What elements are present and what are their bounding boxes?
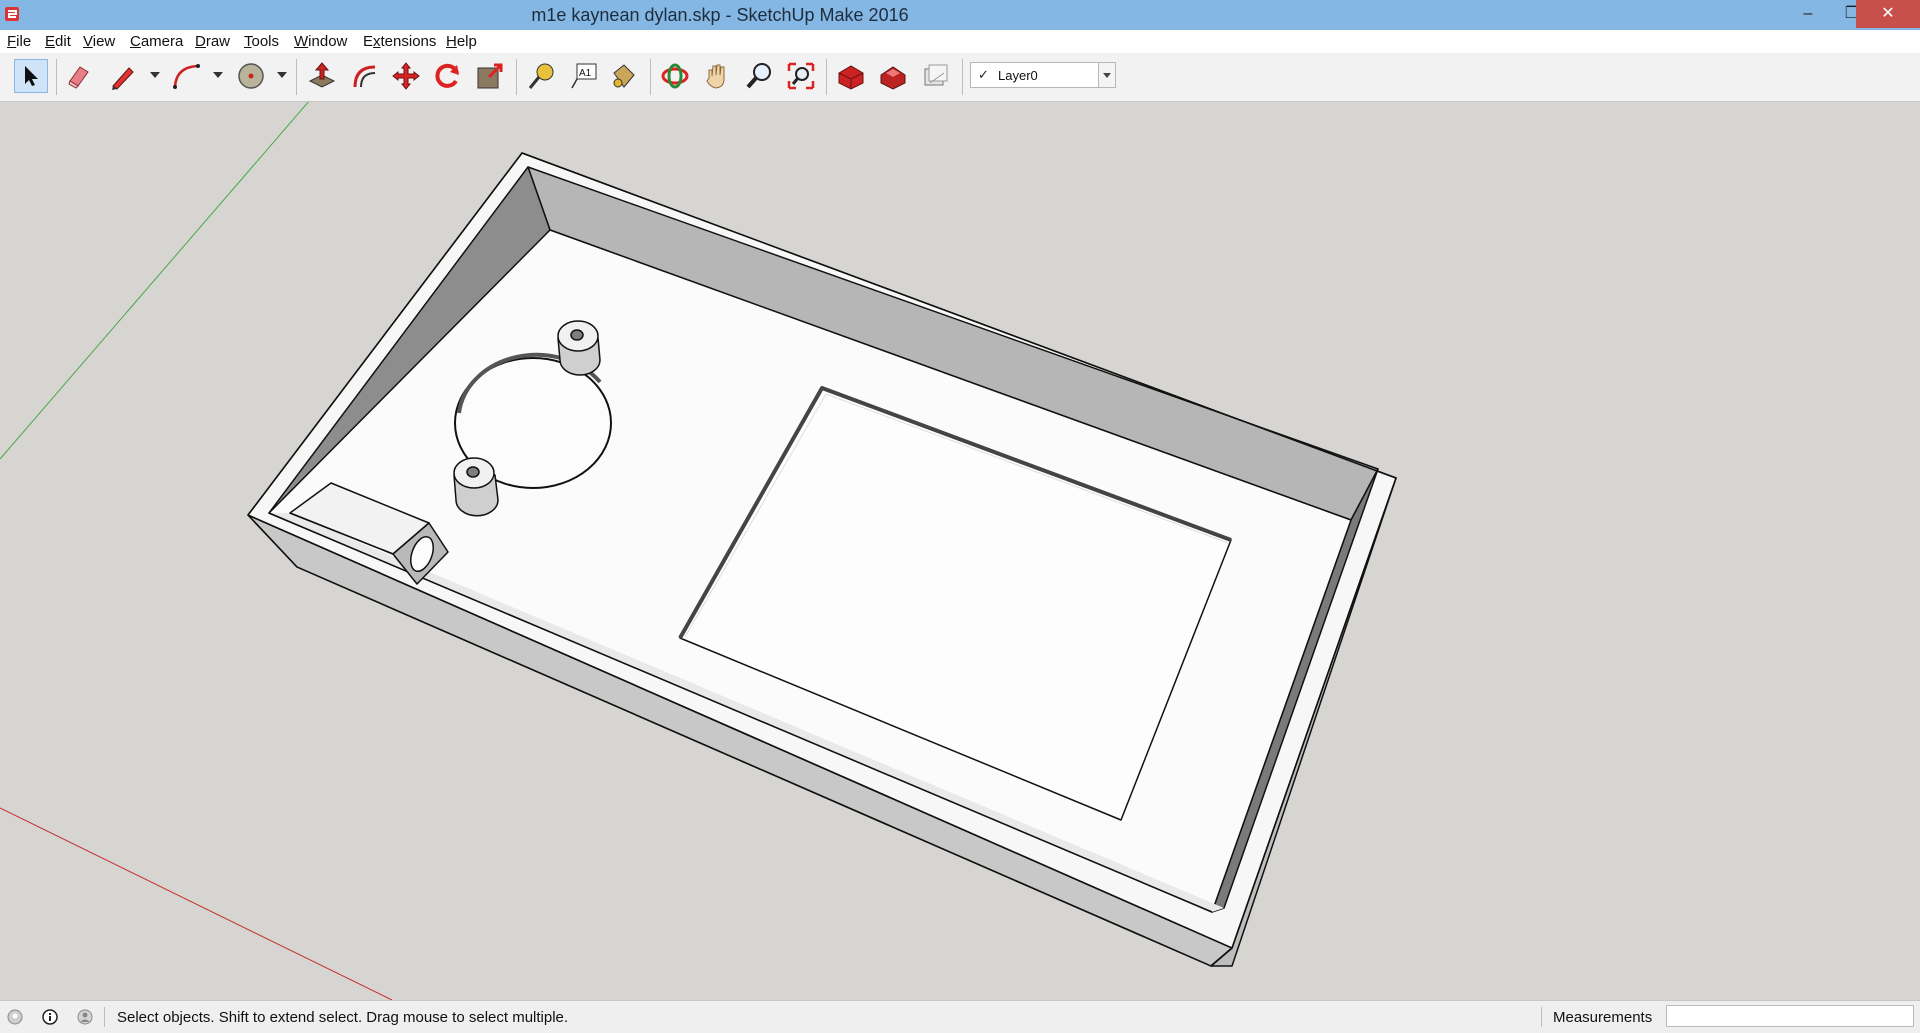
red-axis-line [0,807,393,1001]
shapes-tool-button[interactable] [234,59,268,93]
line-dropdown-arrow[interactable] [150,72,160,78]
scale-tool-button[interactable] [473,59,507,93]
menu-extensions[interactable]: Extensions [363,33,436,50]
orbit-tool-button[interactable] [658,59,692,93]
status-separator [1541,1007,1542,1027]
main-toolbar: A1 [0,53,1920,102]
eraser-tool-button[interactable] [62,59,96,93]
paint-bucket-tool-button[interactable] [606,59,640,93]
text-label-icon: A1 [571,63,597,89]
measurements-label: Measurements [1553,1009,1653,1026]
text-tool-button[interactable]: A1 [566,59,600,93]
toolbar-separator [516,59,517,95]
orbit-icon [661,63,689,89]
standoff-bottom[interactable] [453,457,499,517]
offset-icon [353,65,376,88]
menu-tools[interactable]: Tools [244,33,279,50]
measurements-input[interactable] [1666,1005,1914,1027]
toolbar-separator [296,59,297,95]
warehouse-icon [838,65,864,90]
arc-icon [173,64,200,89]
paint-bucket-icon [613,64,635,88]
layer-active-check-icon: ✓ [978,67,989,82]
circle-icon [238,63,264,89]
extension-warehouse-icon [880,66,906,90]
send-to-layout-button[interactable] [918,59,952,93]
rotate-tool-button[interactable] [431,59,465,93]
tape-measure-tool-button[interactable] [524,59,558,93]
pan-hand-icon [706,64,725,89]
push-pull-tool-button[interactable] [305,59,339,93]
toolbar-separator [56,59,57,95]
toolbar-separator [962,59,963,95]
eraser-icon [68,66,89,89]
layout-send-icon [924,64,948,86]
status-message: Select objects. Shift to extend select. … [117,1009,569,1026]
layer-selector-value: Layer0 [998,68,1038,83]
toolbar-separator [826,59,827,95]
zoom-extents-tool-button[interactable] [784,59,818,93]
credits-info-icon[interactable] [42,1009,58,1025]
move-icon [392,62,420,90]
select-icon [25,66,38,86]
title-bar: m1e kaynean dylan.skp - SketchUp Make 20… [0,0,1920,30]
menu-file[interactable]: File [7,33,31,50]
menu-edit[interactable]: Edit [45,33,71,50]
menu-view[interactable]: View [83,33,115,50]
line-pencil-icon [112,67,134,90]
status-separator [104,1007,105,1027]
toolbar-separator [650,59,651,95]
arc-tool-button[interactable] [170,59,204,93]
model-viewport[interactable] [0,99,1920,1001]
green-axis-line [0,99,311,460]
shapes-dropdown-arrow[interactable] [277,72,287,78]
window-title: m1e kaynean dylan.skp - SketchUp Make 20… [531,5,909,25]
enclosure-model[interactable] [247,152,1397,967]
user-account-icon[interactable] [77,1009,93,1025]
svg-text:A1: A1 [579,68,592,79]
minimize-button[interactable]: – [1786,0,1830,28]
standoff-top[interactable] [557,320,601,376]
menu-draw[interactable]: Draw [195,33,230,50]
status-bar: Select objects. Shift to extend select. … [0,1000,1920,1033]
pan-tool-button[interactable] [700,59,734,93]
tape-measure-icon [528,63,554,89]
layer-dropdown-arrow-icon[interactable] [1098,63,1115,87]
menu-bar: File Edit View Camera Draw Tools Window … [0,30,1920,53]
rotate-icon [435,63,459,88]
line-tool-button[interactable] [106,59,140,93]
arc-dropdown-arrow[interactable] [213,72,223,78]
menu-window[interactable]: Window [294,33,347,50]
zoom-extents-icon [787,62,815,90]
geo-location-icon[interactable] [7,1009,23,1025]
close-button[interactable]: ✕ [1856,0,1920,28]
zoom-icon [746,63,771,89]
push-pull-icon [308,62,336,88]
layer-selector[interactable]: ✓ Layer0 [970,62,1116,88]
select-tool-button[interactable] [14,59,48,93]
model-canvas[interactable] [0,99,1920,1001]
zoom-tool-button[interactable] [742,59,776,93]
menu-help[interactable]: Help [446,33,477,50]
menu-camera[interactable]: Camera [130,33,183,50]
extension-warehouse-button[interactable] [876,59,910,93]
move-tool-button[interactable] [389,59,423,93]
offset-tool-button[interactable] [347,59,381,93]
3d-warehouse-button[interactable] [834,59,868,93]
scale-icon [477,63,503,89]
